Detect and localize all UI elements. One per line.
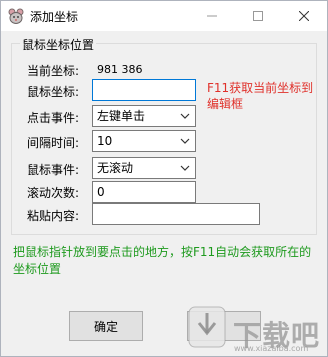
title-bar[interactable]: 添加坐标 (1, 1, 327, 31)
scroll-count-label: 滚动次数: (27, 186, 80, 200)
close-button[interactable] (281, 1, 327, 31)
mouse-event-value: 无滚动 (97, 161, 134, 175)
ok-button[interactable]: 确定 (69, 311, 143, 341)
chevron-down-icon (180, 165, 190, 171)
mouse-app-icon (8, 8, 24, 24)
interval-value: 10 (97, 134, 113, 148)
mouse-event-label: 鼠标事件: (27, 163, 80, 177)
current-coords-label: 当前坐标: (27, 64, 80, 78)
maximize-icon (253, 11, 263, 21)
current-coords-value: 981 386 (97, 63, 143, 76)
mouse-coords-label: 鼠标坐标: (27, 85, 80, 99)
minimize-button[interactable] (189, 1, 235, 31)
chevron-down-icon (180, 138, 190, 144)
paste-content-input[interactable] (92, 203, 260, 225)
click-event-value: 左键单击 (97, 109, 146, 123)
group-title: 鼠标坐标位置 (20, 36, 97, 53)
maximize-button[interactable] (235, 1, 281, 31)
interval-select[interactable]: 10 (92, 130, 196, 152)
chevron-down-icon (180, 113, 190, 119)
minimize-icon (207, 15, 217, 17)
interval-label: 间隔时间: (27, 136, 80, 150)
f11-hint: F11获取当前坐标到编辑框 (207, 81, 314, 111)
close-icon (299, 11, 309, 21)
mouse-event-select[interactable]: 无滚动 (92, 157, 196, 179)
watermark-url: www.xiazaiba.com (234, 344, 309, 353)
scroll-count-input[interactable]: 0 (92, 181, 196, 203)
instruction-text: 把鼠标指针放到要点击的地方，按F11自动会获取所在的坐标位置 (13, 245, 312, 276)
click-event-label: 点击事件: (27, 111, 80, 125)
window-title: 添加坐标 (30, 10, 79, 24)
mouse-coords-input[interactable] (92, 79, 196, 101)
add-coordinate-dialog: 添加坐标 鼠标坐标位置 当前坐标: 981 386 鼠标坐标: F11获取当前坐… (0, 0, 328, 357)
click-event-select[interactable]: 左键单击 (92, 105, 196, 127)
paste-content-label: 粘贴内容: (27, 209, 80, 223)
